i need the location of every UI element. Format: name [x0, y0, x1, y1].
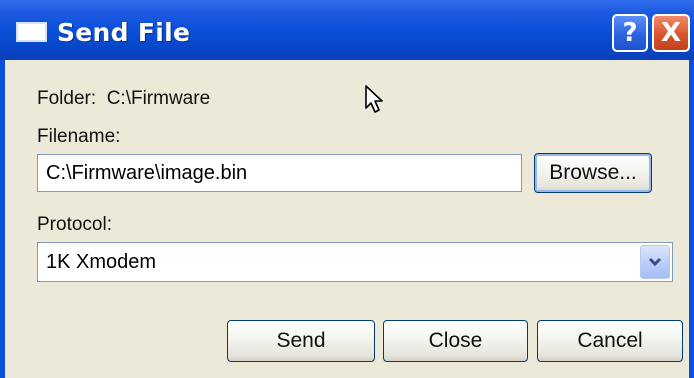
window-title: Send File: [57, 18, 191, 47]
send-button-label: Send: [276, 329, 326, 352]
filename-label: Filename:: [37, 126, 121, 147]
folder-value: C:\Firmware: [106, 88, 211, 109]
close-button-label: Close: [428, 329, 483, 352]
chevron-down-icon: [648, 257, 662, 267]
protocol-dropdown-button[interactable]: [640, 245, 670, 279]
cancel-button-label: Cancel: [577, 329, 643, 352]
filename-input[interactable]: [37, 154, 522, 192]
window-border-left: [0, 60, 5, 378]
close-window-button[interactable]: X: [652, 14, 690, 52]
mouse-pointer-icon: [365, 85, 383, 113]
close-icon: X: [660, 18, 682, 48]
help-button[interactable]: ?: [612, 14, 648, 52]
close-button[interactable]: Close: [383, 320, 528, 362]
browse-button-label: Browse...: [549, 161, 637, 184]
cancel-button[interactable]: Cancel: [537, 320, 683, 362]
send-button[interactable]: Send: [227, 320, 375, 362]
window-icon: [16, 22, 47, 42]
title-bar[interactable]: Send File ? X: [0, 0, 694, 60]
protocol-select[interactable]: 1K Xmodem: [37, 242, 673, 282]
protocol-label: Protocol:: [37, 214, 112, 235]
window-border-right: [689, 60, 694, 378]
protocol-selected-value: 1K Xmodem: [46, 251, 157, 273]
folder-row: Folder: C:\Firmware: [37, 88, 210, 110]
folder-label: Folder:: [37, 88, 97, 109]
browse-button[interactable]: Browse...: [534, 153, 652, 193]
help-icon: ?: [622, 18, 638, 48]
